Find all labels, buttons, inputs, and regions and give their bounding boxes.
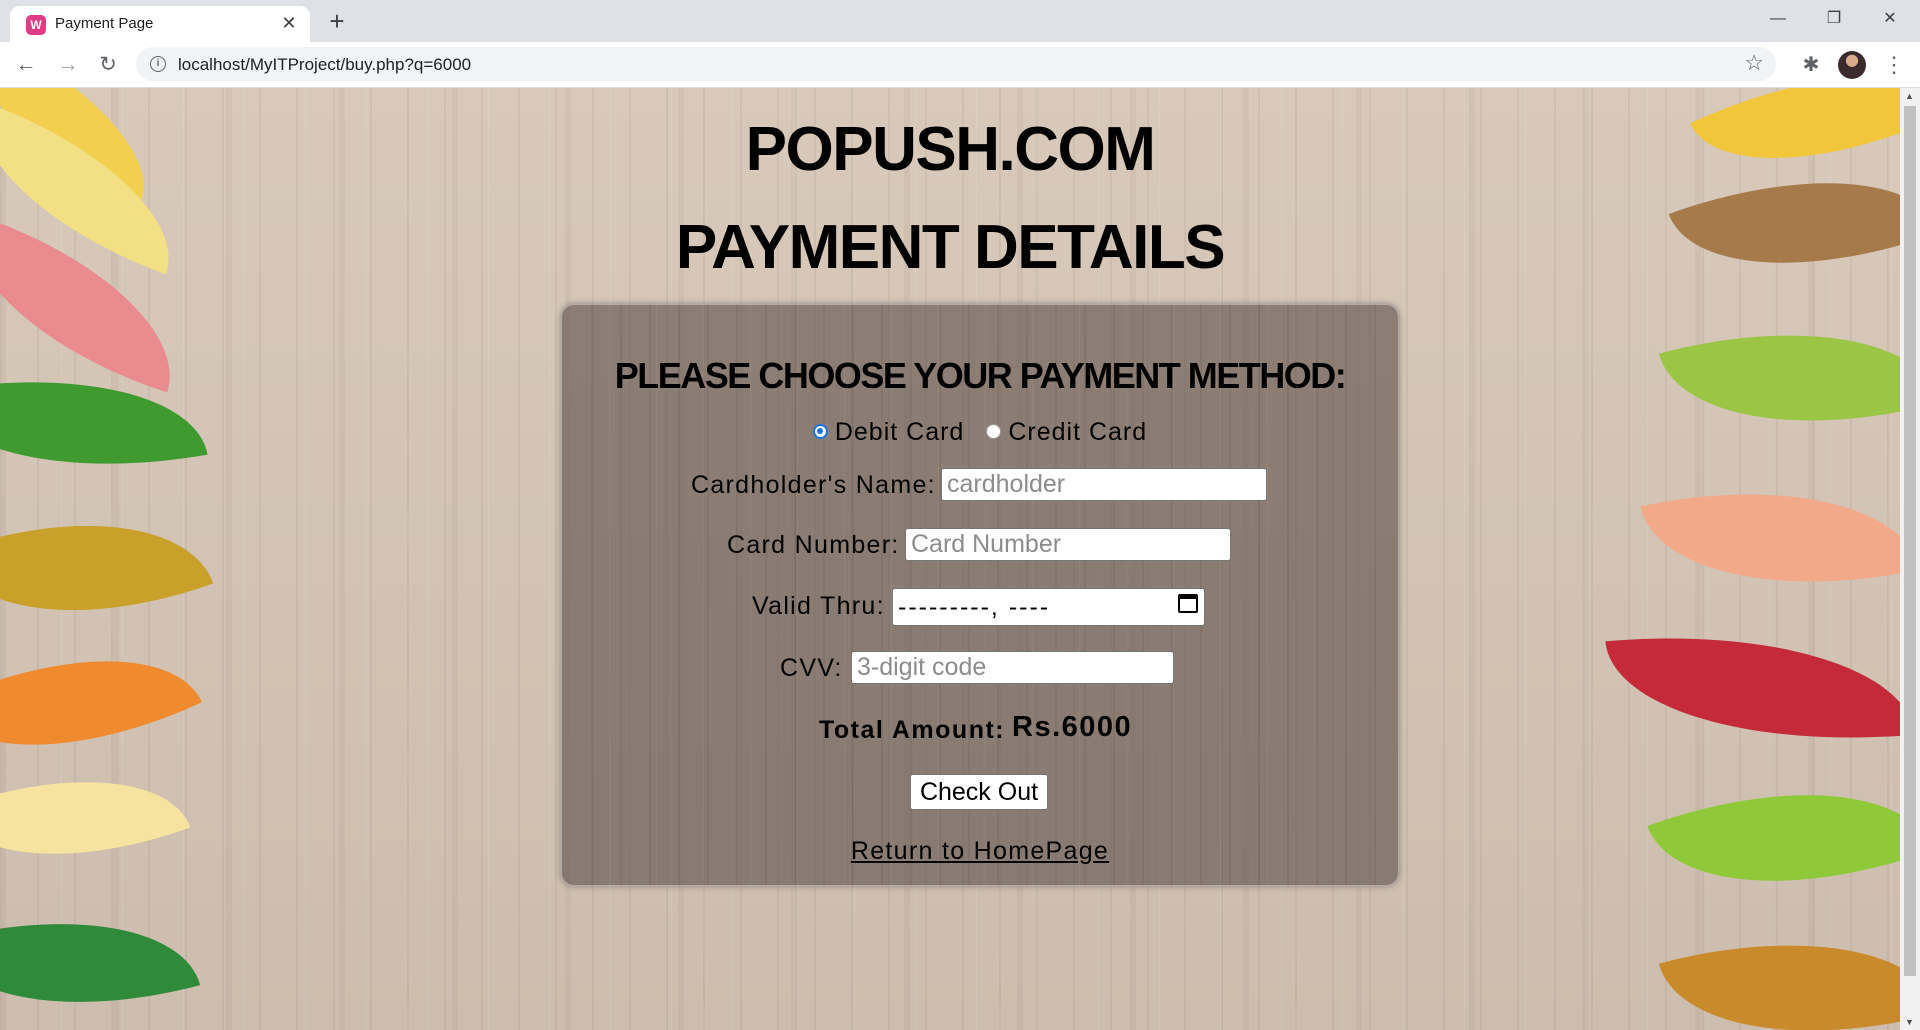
valid-thru-input[interactable]: ---------, ---- bbox=[892, 588, 1205, 626]
leaf-decoration bbox=[1658, 286, 1900, 470]
cardholder-input[interactable]: cardholder bbox=[941, 468, 1267, 501]
return-home-link[interactable]: Return to HomePage bbox=[562, 837, 1398, 866]
bookmark-star-icon[interactable]: ☆ bbox=[1744, 50, 1764, 76]
back-arrow-icon[interactable]: ← bbox=[10, 50, 42, 80]
site-title: POPUSH.COM bbox=[745, 115, 1156, 184]
payment-form: PLEASE CHOOSE YOUR PAYMENT METHOD: Debit… bbox=[560, 303, 1400, 887]
leaf-decoration bbox=[0, 878, 201, 1030]
leaf-decoration bbox=[1647, 737, 1900, 939]
page-scrollbar[interactable]: ▲ ▼ bbox=[1900, 88, 1920, 1030]
page-viewport: POPUSH.COM PAYMENT DETAILS PLEASE CHOOSE… bbox=[0, 88, 1900, 1030]
address-bar[interactable]: i localhost/MyITProject/buy.php?q=6000 ☆ bbox=[136, 47, 1776, 81]
leaf-decoration bbox=[0, 602, 203, 804]
credit-card-radio[interactable] bbox=[986, 423, 1002, 439]
info-icon[interactable]: i bbox=[150, 56, 166, 72]
browser-titlebar: W Payment Page ✕ + — ❐ ✕ bbox=[0, 0, 1920, 42]
leaf-decoration bbox=[0, 346, 208, 500]
cvv-input[interactable]: 3-digit code bbox=[851, 651, 1174, 684]
leaf-decoration bbox=[1658, 896, 1900, 1030]
card-number-label: Card Number: bbox=[727, 531, 900, 559]
leaf-decoration bbox=[1640, 452, 1900, 624]
valid-thru-label: Valid Thru: bbox=[752, 592, 885, 620]
scroll-thumb[interactable] bbox=[1904, 106, 1916, 976]
new-tab-icon[interactable]: + bbox=[322, 8, 352, 36]
leaf-decoration bbox=[1605, 615, 1900, 761]
favicon-icon: W bbox=[26, 15, 46, 35]
debit-card-radio[interactable] bbox=[812, 423, 828, 439]
browser-toolbar: ← → ↻ i localhost/MyITProject/buy.php?q=… bbox=[0, 42, 1920, 88]
leaf-decoration bbox=[0, 470, 214, 666]
window-close-icon[interactable]: ✕ bbox=[1862, 0, 1918, 40]
calendar-icon[interactable] bbox=[1178, 594, 1198, 613]
checkout-button[interactable]: Check Out bbox=[910, 774, 1048, 810]
payment-method-heading: PLEASE CHOOSE YOUR PAYMENT METHOD: bbox=[614, 355, 1347, 396]
debit-card-label[interactable]: Debit Card bbox=[835, 418, 965, 446]
cardholder-label: Cardholder's Name: bbox=[691, 471, 936, 499]
cvv-label: CVV: bbox=[780, 654, 843, 682]
browser-tab[interactable]: W Payment Page ✕ bbox=[10, 6, 310, 42]
tab-title: Payment Page bbox=[55, 15, 154, 32]
total-amount-value: Rs.6000 bbox=[1012, 711, 1133, 743]
tab-close-icon[interactable]: ✕ bbox=[278, 12, 300, 34]
forward-arrow-icon[interactable]: → bbox=[52, 50, 84, 80]
page-title: PAYMENT DETAILS bbox=[675, 213, 1226, 282]
leaf-decoration bbox=[0, 733, 191, 903]
total-amount-label: Total Amount: bbox=[819, 716, 1006, 744]
payment-method-options: Debit Card Credit Card bbox=[562, 418, 1398, 447]
reload-icon[interactable]: ↻ bbox=[92, 50, 124, 80]
avatar[interactable] bbox=[1838, 51, 1866, 79]
valid-thru-value: ---------, ---- bbox=[898, 593, 1051, 621]
minimize-icon[interactable]: — bbox=[1750, 0, 1806, 40]
kebab-menu-icon[interactable]: ⋮ bbox=[1880, 51, 1908, 79]
credit-card-label[interactable]: Credit Card bbox=[1008, 418, 1147, 446]
scroll-down-arrow-icon[interactable]: ▼ bbox=[1905, 1017, 1914, 1027]
puzzle-icon[interactable]: ✱ bbox=[1797, 51, 1825, 79]
url-text[interactable]: localhost/MyITProject/buy.php?q=6000 bbox=[178, 55, 471, 75]
restore-icon[interactable]: ❐ bbox=[1806, 0, 1862, 40]
card-number-input[interactable]: Card Number bbox=[905, 528, 1231, 561]
scroll-up-arrow-icon[interactable]: ▲ bbox=[1905, 91, 1914, 101]
